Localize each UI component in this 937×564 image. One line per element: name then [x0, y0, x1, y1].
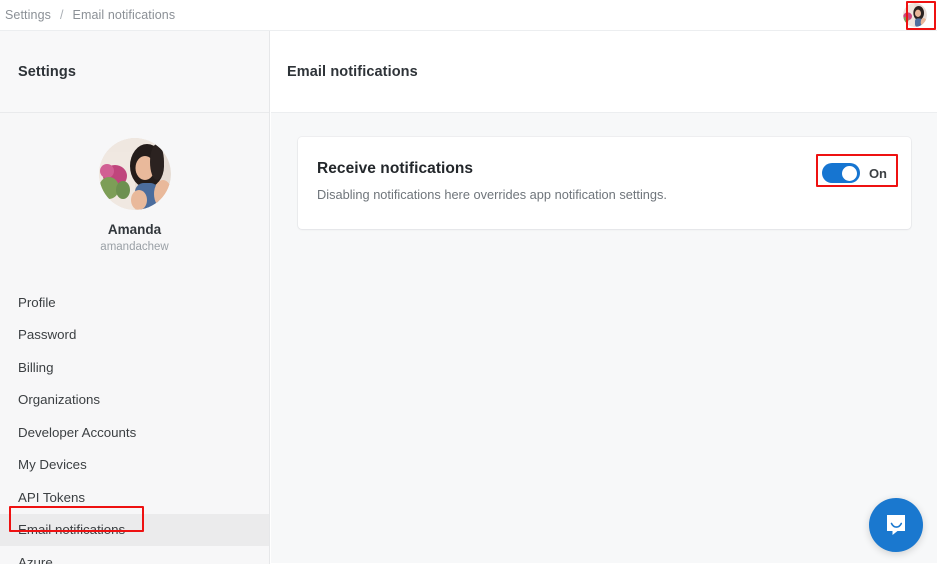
- sidebar-item-email-notifications[interactable]: Email notifications: [0, 513, 269, 546]
- chat-launcher-button[interactable]: [869, 498, 923, 552]
- receive-notifications-toggle[interactable]: [821, 163, 860, 183]
- breadcrumb-current: Email notifications: [72, 7, 176, 22]
- sidebar-profile: Amanda amandachew: [0, 113, 269, 253]
- profile-name: Amanda: [107, 222, 162, 237]
- toggle-state-label: On: [868, 165, 887, 181]
- toggle-knob: [842, 165, 858, 181]
- toggle-group: On: [815, 154, 898, 187]
- main-header: Email notifications: [271, 31, 937, 113]
- sidebar-item-label: Organizations: [18, 392, 101, 408]
- sidebar-item-billing[interactable]: Billing: [0, 351, 269, 384]
- main-body: Receive notifications Disabling notifica…: [271, 113, 937, 563]
- sidebar-item-azure[interactable]: Azure: [0, 546, 269, 564]
- sidebar-item-label: API Tokens: [18, 489, 86, 505]
- sidebar-item-api-tokens[interactable]: API Tokens: [0, 481, 269, 514]
- topbar-avatar[interactable]: [903, 3, 927, 27]
- sidebar-nav: Profile Password Billing Organizations D…: [0, 286, 269, 564]
- receive-notifications-card: Receive notifications Disabling notifica…: [298, 137, 911, 229]
- sidebar-item-label: Developer Accounts: [18, 424, 137, 440]
- main-content: Email notifications Receive notification…: [271, 31, 937, 564]
- sidebar-item-label: Billing: [18, 359, 54, 375]
- sidebar-item-label: My Devices: [18, 457, 87, 473]
- sidebar-item-password[interactable]: Password: [0, 319, 269, 352]
- sidebar-item-developer-accounts[interactable]: Developer Accounts: [0, 416, 269, 449]
- profile-avatar[interactable]: [98, 138, 171, 210]
- settings-sidebar: Settings Amanda amandachew Profile Passw…: [0, 31, 270, 564]
- sidebar-item-my-devices[interactable]: My Devices: [0, 449, 269, 482]
- profile-avatar-image: [98, 138, 171, 210]
- sidebar-item-label: Profile: [18, 294, 56, 310]
- breadcrumb-root[interactable]: Settings: [5, 9, 51, 22]
- sidebar-header: Settings: [0, 31, 269, 113]
- card-text-block: Receive notifications Disabling notifica…: [317, 159, 667, 202]
- sidebar-item-label: Password: [18, 327, 77, 343]
- avatar-image: [903, 3, 927, 27]
- chat-bubble-icon: [887, 515, 905, 535]
- settings-page: Settings / Email notifications Settings …: [0, 0, 937, 564]
- sidebar-item-label: Azure: [18, 554, 53, 564]
- card-title: Receive notifications: [317, 160, 474, 177]
- profile-handle: amandachew: [100, 241, 169, 253]
- sidebar-item-label: Email notifications: [18, 522, 126, 538]
- breadcrumb-separator: /: [59, 7, 64, 22]
- sidebar-item-organizations[interactable]: Organizations: [0, 384, 269, 417]
- card-subtitle: Disabling notifications here overrides a…: [317, 187, 667, 202]
- top-bar: Settings / Email notifications: [0, 0, 937, 31]
- sidebar-title: Settings: [18, 63, 76, 80]
- sidebar-item-profile[interactable]: Profile: [0, 286, 269, 319]
- page-title: Email notifications: [287, 63, 418, 80]
